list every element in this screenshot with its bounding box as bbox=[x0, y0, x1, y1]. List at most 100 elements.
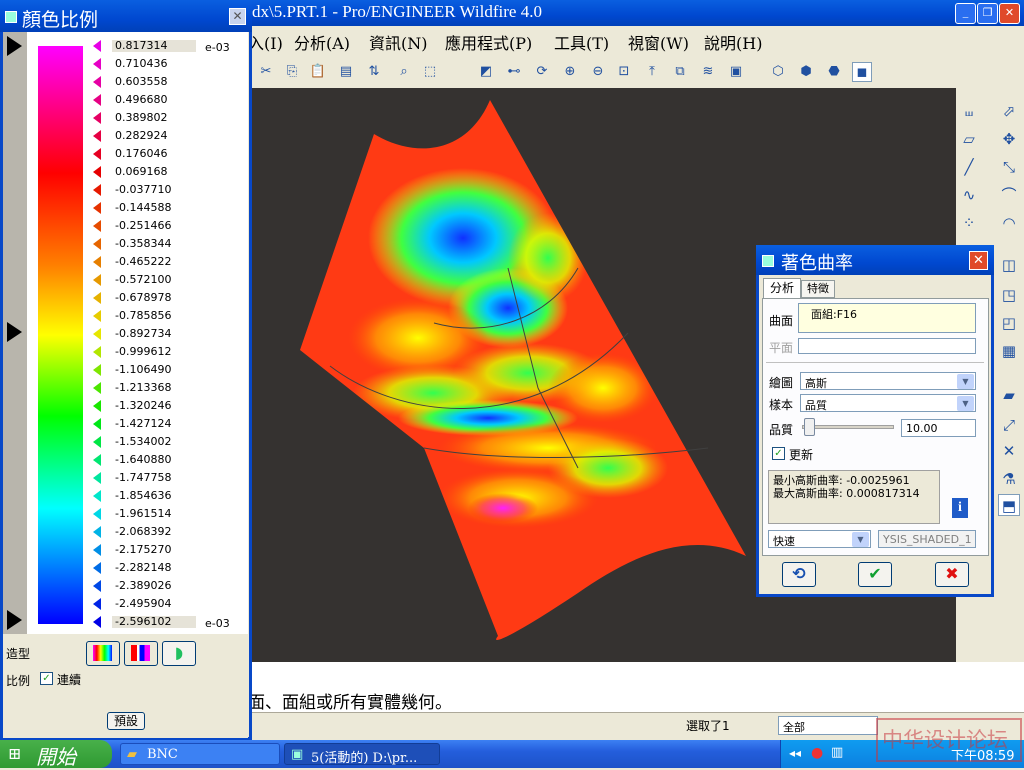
datum-plane-icon[interactable]: ⧢ bbox=[958, 100, 980, 122]
scale-value[interactable]: 0.817314 bbox=[112, 40, 196, 52]
scale-marker[interactable] bbox=[93, 562, 101, 574]
quality-slider-thumb[interactable] bbox=[804, 418, 815, 436]
scale-marker[interactable] bbox=[93, 328, 101, 340]
scale-marker[interactable] bbox=[93, 346, 101, 358]
taskbar-item-bnc[interactable]: ▰ BNC bbox=[120, 743, 280, 765]
tool-i-icon[interactable]: ⬒ bbox=[998, 494, 1020, 516]
regenerate-icon[interactable]: ⇅ bbox=[364, 62, 384, 82]
default-button[interactable]: 預設 bbox=[107, 712, 145, 730]
sample-select[interactable]: 品質 ▼ bbox=[800, 394, 976, 412]
scale-marker[interactable] bbox=[93, 616, 101, 628]
datum-display-icon[interactable]: ⬀ bbox=[998, 100, 1020, 122]
reorient-icon[interactable]: ⤒ bbox=[642, 62, 662, 82]
plane-collector[interactable] bbox=[798, 338, 976, 354]
wireframe-icon[interactable]: ⬡ bbox=[768, 62, 788, 82]
scale-marker[interactable] bbox=[93, 166, 101, 178]
cut-icon[interactable]: ✂ bbox=[256, 62, 276, 82]
scale-marker[interactable] bbox=[93, 94, 101, 106]
repeat-button[interactable]: ⟲ bbox=[782, 562, 816, 587]
no-hidden-icon[interactable]: ⬣ bbox=[824, 62, 844, 82]
tool-a-icon[interactable]: ◫ bbox=[998, 254, 1020, 276]
style-shaded-button[interactable]: ◗ bbox=[162, 641, 196, 666]
plane-icon[interactable]: ▱ bbox=[958, 128, 980, 150]
csys-icon[interactable]: ⤡ bbox=[998, 156, 1020, 178]
surface-icon[interactable]: ◠ bbox=[998, 212, 1020, 234]
close-window-button[interactable]: ✕ bbox=[999, 3, 1020, 24]
color-scale-close-button[interactable]: ✕ bbox=[229, 8, 246, 25]
saved-views-icon[interactable]: ⧉ bbox=[670, 62, 690, 82]
view-manager-icon[interactable]: ▣ bbox=[726, 62, 746, 82]
update-checkbox[interactable]: ✓ bbox=[772, 447, 785, 460]
scale-marker[interactable] bbox=[93, 454, 101, 466]
info-icon[interactable]: i bbox=[952, 498, 968, 518]
scale-marker[interactable] bbox=[93, 238, 101, 250]
find-icon[interactable]: ⌕ bbox=[394, 62, 414, 82]
scale-marker[interactable] bbox=[93, 310, 101, 322]
tool-e-icon[interactable]: ▰ bbox=[998, 384, 1020, 406]
copy-icon[interactable]: ⎘ bbox=[282, 62, 302, 82]
tray-network-icon[interactable]: ▥ bbox=[831, 745, 843, 760]
tool-f-icon[interactable]: ⤢ bbox=[998, 414, 1020, 436]
repaint-icon[interactable]: ◩ bbox=[476, 62, 496, 82]
menu-tools[interactable]: 工具(T) bbox=[554, 30, 609, 54]
quality-slider-track[interactable] bbox=[802, 425, 894, 429]
tray-app-icon[interactable]: ● bbox=[811, 745, 823, 761]
orient-icon[interactable]: ⟳ bbox=[532, 62, 552, 82]
scale-marker[interactable] bbox=[93, 148, 101, 160]
scale-marker[interactable] bbox=[93, 508, 101, 520]
style-continuous-button[interactable] bbox=[86, 641, 120, 666]
scale-marker[interactable] bbox=[93, 472, 101, 484]
menu-analysis[interactable]: 分析(A) bbox=[294, 30, 350, 54]
mode-select[interactable]: 快速 ▼ bbox=[768, 530, 871, 548]
continuous-checkbox[interactable]: ✓ bbox=[40, 672, 53, 685]
scale-marker[interactable] bbox=[93, 598, 101, 610]
sketch-curve-icon[interactable]: ∿ bbox=[958, 184, 980, 206]
tool-b-icon[interactable]: ◳ bbox=[998, 284, 1020, 306]
tool-h-icon[interactable]: ⚗ bbox=[998, 468, 1020, 490]
tab-analysis[interactable]: 分析 bbox=[763, 278, 801, 298]
cancel-button[interactable]: ✖ bbox=[935, 562, 969, 587]
scale-marker[interactable] bbox=[93, 436, 101, 448]
scale-marker[interactable] bbox=[93, 58, 101, 70]
spin-center-icon[interactable]: ⊷ bbox=[504, 62, 524, 82]
scale-marker[interactable] bbox=[93, 364, 101, 376]
curve-icon[interactable]: ⌒ bbox=[998, 184, 1020, 206]
zoom-in-icon[interactable]: ⊕ bbox=[560, 62, 580, 82]
menu-help[interactable]: 說明(H) bbox=[704, 30, 762, 54]
tool-g-icon[interactable]: ✕ bbox=[998, 440, 1020, 462]
tab-features[interactable]: 特徵 bbox=[801, 280, 835, 298]
axis-icon[interactable]: ✥ bbox=[998, 128, 1020, 150]
scale-marker[interactable] bbox=[93, 526, 101, 538]
menu-window[interactable]: 視窗(W) bbox=[628, 30, 689, 54]
scale-marker[interactable] bbox=[93, 418, 101, 430]
restore-button[interactable]: ❐ bbox=[977, 3, 998, 24]
paste-icon[interactable]: 📋 bbox=[308, 62, 328, 82]
scale-marker[interactable] bbox=[93, 580, 101, 592]
scale-marker[interactable] bbox=[93, 256, 101, 268]
zoom-out-icon[interactable]: ⊖ bbox=[588, 62, 608, 82]
quality-input[interactable]: 10.00 bbox=[901, 419, 976, 437]
datum-axis-icon[interactable]: ╱ bbox=[958, 156, 980, 178]
shading-icon[interactable]: ◼ bbox=[852, 62, 872, 82]
scale-marker[interactable] bbox=[93, 112, 101, 124]
tool-d-icon[interactable]: ▦ bbox=[998, 340, 1020, 362]
scale-marker[interactable] bbox=[93, 40, 101, 52]
scale-marker[interactable] bbox=[93, 274, 101, 286]
middle-slider-handle[interactable] bbox=[7, 322, 22, 342]
layers-icon[interactable]: ≋ bbox=[698, 62, 718, 82]
scale-marker[interactable] bbox=[93, 76, 101, 88]
scale-marker[interactable] bbox=[93, 382, 101, 394]
tool-c-icon[interactable]: ◰ bbox=[998, 312, 1020, 334]
tray-arrows-icon[interactable]: ◂◂ bbox=[789, 746, 801, 760]
taskbar-item-proe[interactable]: ▣ 5(活動的) D:\pr... bbox=[284, 743, 440, 766]
bottom-slider-handle[interactable] bbox=[7, 610, 22, 630]
select-box-icon[interactable]: ⬚ bbox=[420, 62, 440, 82]
scale-value[interactable]: -2.596102 bbox=[112, 616, 196, 628]
menu-insert[interactable]: 入(I) bbox=[248, 30, 283, 54]
scale-marker[interactable] bbox=[93, 184, 101, 196]
menu-applications[interactable]: 應用程式(P) bbox=[445, 30, 532, 54]
plot-select[interactable]: 高斯 ▼ bbox=[800, 372, 976, 390]
menu-info[interactable]: 資訊(N) bbox=[369, 30, 428, 54]
ok-button[interactable]: ✔ bbox=[858, 562, 892, 587]
datum-point-icon[interactable]: ⁘ bbox=[958, 212, 980, 234]
